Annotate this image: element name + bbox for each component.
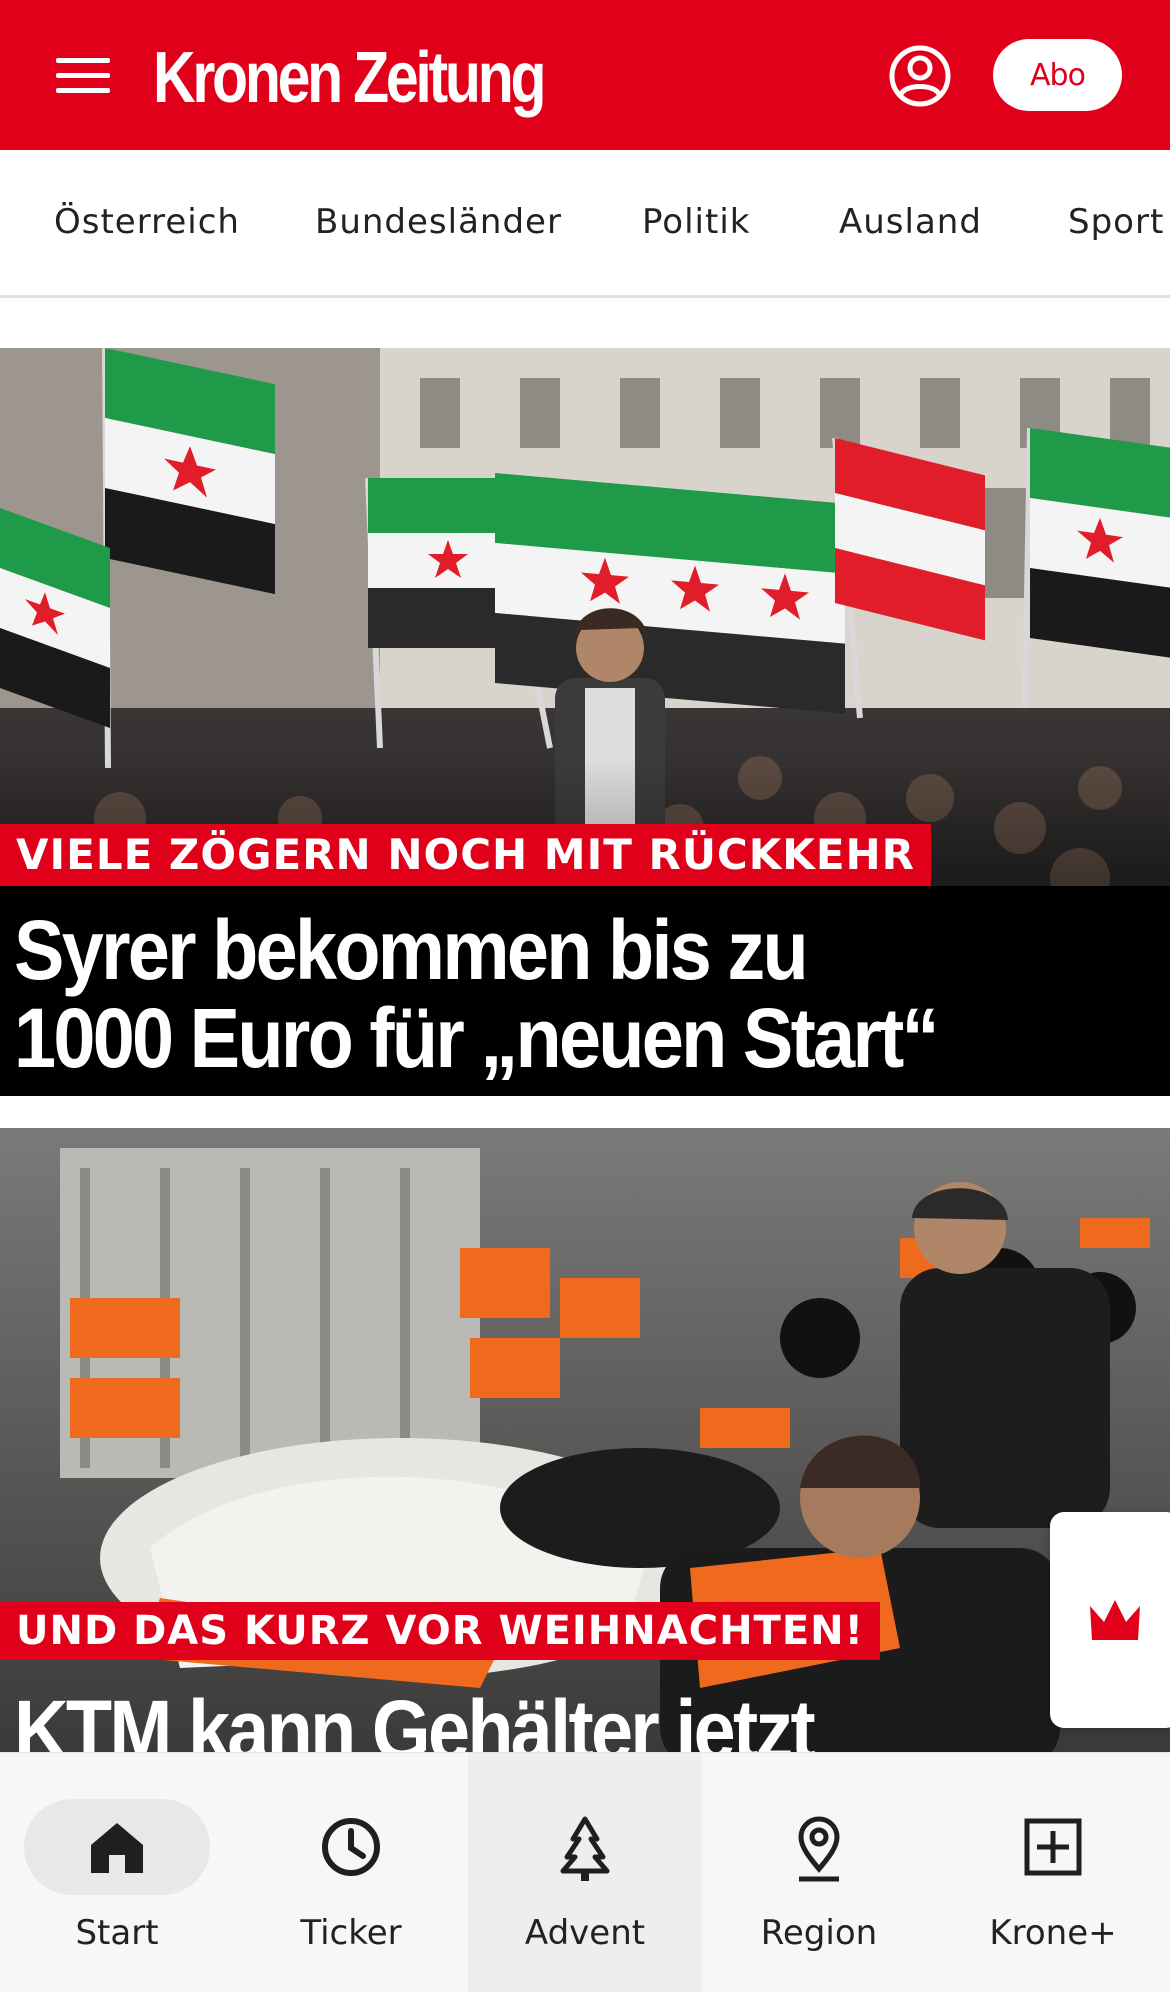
article-kicker: VIELE ZÖGERN NOCH MIT RÜCKKEHR (0, 824, 932, 886)
plus-box-icon (1024, 1818, 1082, 1876)
bottom-nav-label: Region (760, 1913, 878, 1953)
home-icon (91, 1823, 143, 1873)
nav-item-ausland[interactable]: Ausland (839, 202, 982, 242)
krone-floating-button[interactable] (1050, 1512, 1170, 1728)
article-kicker: UND DAS KURZ VOR WEIHNACHTEN! (0, 1602, 880, 1660)
nav-item-politik[interactable]: Politik (642, 202, 750, 242)
nav-item-bundeslaender[interactable]: Bundesländer (315, 202, 562, 242)
site-logo[interactable]: Kronen Zeitung (153, 38, 547, 118)
article-card[interactable]: UND DAS KURZ VOR WEIHNACHTEN! KTM kann G… (0, 1128, 1170, 1752)
bottom-nav-label: Start (75, 1913, 159, 1953)
user-account-icon[interactable] (888, 44, 952, 108)
tree-icon (560, 1816, 610, 1881)
bottom-nav-label: Ticker (300, 1913, 402, 1953)
article-headline: KTM kann Gehälter jetzt (14, 1683, 816, 1752)
location-pin-icon (798, 1816, 840, 1882)
bottom-nav-label: Krone+ (989, 1913, 1117, 1953)
nav-item-oesterreich[interactable]: Österreich (54, 202, 240, 242)
clock-icon (322, 1818, 380, 1876)
subscribe-button[interactable]: Abo (993, 39, 1122, 111)
article-headline: Syrer bekommen bis zu 1000 Euro für „neu… (14, 903, 939, 1085)
category-nav: Österreich Bundesländer Politik Ausland … (0, 150, 1170, 298)
bottom-nav-start[interactable]: Start (0, 1753, 234, 1992)
krone-crown-icon (1090, 1600, 1140, 1640)
article-card[interactable]: VIELE ZÖGERN NOCH MIT RÜCKKEHR Syrer bek… (0, 348, 1170, 1096)
bottom-nav-label: Advent (524, 1913, 646, 1953)
bottom-nav-advent[interactable]: Advent (468, 1753, 702, 1992)
nav-item-sport[interactable]: Sport (1068, 202, 1164, 242)
app-header: Kronen Zeitung Abo (0, 0, 1170, 150)
hamburger-menu-icon[interactable] (50, 50, 116, 102)
bottom-nav-region[interactable]: Region (702, 1753, 936, 1992)
bottom-navigation: Start Ticker Advent Region Krone+ (0, 1752, 1170, 1992)
bottom-nav-ticker[interactable]: Ticker (234, 1753, 468, 1992)
bottom-nav-krone-plus[interactable]: Krone+ (936, 1753, 1170, 1992)
